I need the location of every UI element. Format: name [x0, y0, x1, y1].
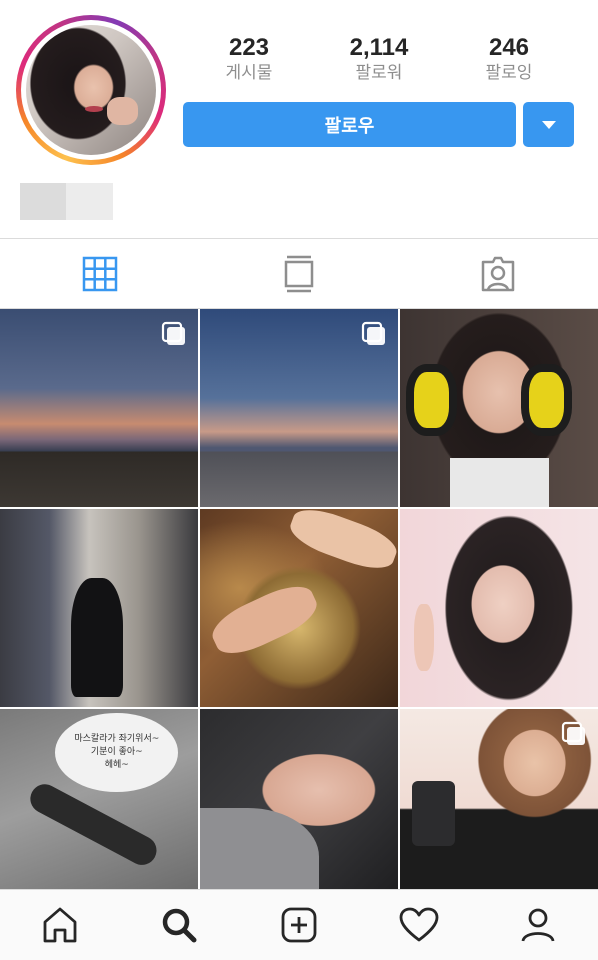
post-thumbnail-holding-hands[interactable] — [200, 709, 398, 889]
profile-icon — [521, 908, 555, 942]
avatar-lips — [84, 105, 103, 113]
nav-home[interactable] — [0, 890, 120, 960]
search-icon — [163, 908, 197, 943]
raised-finger — [413, 604, 434, 672]
stat-posts-label: 게시물 — [225, 63, 273, 83]
feed-list-icon — [284, 255, 314, 293]
hand-shape — [285, 509, 398, 576]
post-thumbnail-beach-couple-2[interactable] — [200, 309, 398, 507]
hand-shape — [205, 577, 323, 663]
stat-followers-label: 팔로워 — [355, 63, 403, 83]
headphone-right — [520, 364, 573, 436]
shirt-collar — [449, 457, 549, 507]
nav-add-post[interactable] — [239, 890, 359, 960]
post-thumbnail-phone-selfie[interactable] — [400, 709, 598, 889]
follow-button[interactable]: 팔로우 — [183, 102, 516, 147]
stat-following[interactable]: 246 팔로잉 — [444, 34, 574, 84]
multiple-photos-icon — [561, 721, 585, 745]
tagged-person-icon — [482, 256, 515, 292]
comic-figure — [25, 778, 161, 870]
stat-followers-value: 2,114 — [349, 34, 409, 61]
redacted-block — [20, 183, 66, 220]
phone-shape — [411, 781, 456, 846]
bottom-navigation — [0, 889, 598, 960]
multiple-photos-icon — [161, 321, 185, 345]
nav-search[interactable] — [120, 890, 240, 960]
post-thumbnail-beach-couple-1[interactable] — [0, 309, 198, 507]
post-thumbnail-pink-selfie[interactable] — [400, 509, 598, 707]
speech-bubble-text: 마스칼라가 좌기위서~ 기분이 좋아~ 헤헤~ — [74, 733, 160, 770]
stat-posts-value: 223 — [228, 34, 270, 61]
caret-down-icon — [541, 120, 556, 129]
profile-avatar[interactable] — [16, 15, 166, 165]
sleeve-shape — [200, 808, 319, 889]
stat-following-label: 팔로잉 — [485, 63, 533, 83]
profile-stats: 223 게시물 2,114 팔로워 246 팔로잉 — [184, 34, 574, 84]
post-thumbnail-comic-panel[interactable]: 마스칼라가 좌기위서~ 기분이 좋아~ 헤헤~ — [0, 709, 198, 889]
speech-bubble: 마스칼라가 좌기위서~ 기분이 좋아~ 헤헤~ — [55, 712, 179, 792]
post-thumbnail-store-mirror[interactable] — [0, 509, 198, 707]
redacted-block — [66, 183, 113, 220]
avatar-photo — [26, 25, 156, 155]
suggested-accounts-dropdown-button[interactable] — [523, 102, 574, 147]
headphone-left — [405, 364, 458, 436]
tab-feed[interactable] — [199, 239, 398, 309]
post-thumbnail-drinks-hands[interactable] — [200, 509, 398, 707]
grid-icon — [82, 256, 117, 292]
profile-tabs — [0, 239, 598, 309]
nav-activity[interactable] — [359, 890, 479, 960]
stat-posts[interactable]: 223 게시물 — [184, 34, 314, 84]
posts-grid: 마스칼라가 좌기위서~ 기분이 좋아~ 헤헤~ — [0, 309, 598, 889]
heart-icon — [399, 907, 438, 942]
avatar-inner — [21, 20, 161, 160]
profile-name-redacted — [20, 183, 113, 220]
stat-following-value: 246 — [488, 34, 530, 61]
multiple-photos-icon — [361, 321, 385, 345]
avatar-hand — [106, 96, 138, 126]
add-post-icon — [281, 907, 317, 943]
home-icon — [43, 907, 77, 943]
tab-tagged[interactable] — [399, 239, 598, 309]
nav-profile[interactable] — [478, 890, 598, 960]
post-thumbnail-headphones-selfie[interactable] — [400, 309, 598, 507]
tab-grid[interactable] — [0, 239, 199, 309]
stat-followers[interactable]: 2,114 팔로워 — [314, 34, 444, 84]
figure-coat — [71, 578, 123, 698]
